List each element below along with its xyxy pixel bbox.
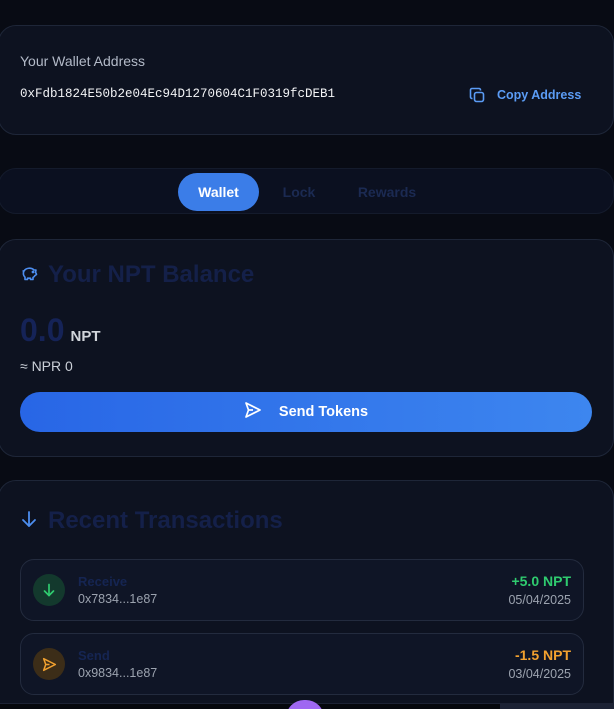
transaction-date: 03/04/2025 [508, 667, 571, 681]
wallet-address-value: 0xFdb1824E50b2e04Ec94D1270604C1F0319fcDE… [20, 87, 336, 101]
send-tokens-label: Send Tokens [278, 404, 369, 420]
transaction-address: 0x9834...1e87 [78, 666, 158, 680]
tab-lock[interactable]: Lock [271, 173, 327, 211]
bottom-bar-shadow [0, 704, 500, 709]
transaction-date: 05/04/2025 [508, 593, 571, 607]
transaction-type: Send [78, 648, 110, 663]
send-tokens-button[interactable]: Send Tokens [20, 392, 592, 432]
tab-rewards[interactable]: Rewards [349, 173, 425, 211]
transaction-row[interactable]: Send 0x9834...1e87 -1.5 NPT 03/04/2025 [20, 633, 584, 695]
transaction-type: Receive [78, 574, 128, 589]
transactions-card: Recent Transactions Receive 0x7834...1e8… [0, 480, 614, 709]
balance-title: Your NPT Balance [48, 261, 255, 288]
transactions-title: Recent Transactions [48, 507, 283, 534]
piggy-bank-icon [20, 263, 40, 288]
tab-bar: Wallet Lock Rewards [0, 168, 614, 214]
transactions-header: Recent Transactions [20, 507, 283, 535]
receive-icon [33, 574, 65, 606]
transaction-address: 0x7834...1e87 [78, 592, 158, 606]
copy-address-button[interactable]: Copy Address [469, 85, 581, 105]
balance-header: Your NPT Balance [20, 261, 254, 289]
balance-card: Your NPT Balance 0.0 NPT ≈ NPR 0 Send To… [0, 239, 614, 457]
copy-icon [469, 87, 486, 104]
balance-amount: 0.0 [20, 312, 65, 348]
balance-amount-row: 0.0 NPT [20, 312, 100, 349]
transaction-amount: +5.0 NPT [511, 573, 571, 589]
transaction-amount: -1.5 NPT [514, 647, 571, 663]
balance-unit: NPT [70, 328, 101, 345]
wallet-address-title: Your Wallet Address [20, 53, 146, 69]
balance-fiat-value: ≈ NPR 0 [20, 358, 73, 374]
send-icon [244, 401, 262, 423]
tab-wallet[interactable]: Wallet [178, 173, 259, 211]
wallet-address-card: Your Wallet Address 0xFdb1824E50b2e04Ec9… [0, 25, 614, 135]
wallet-page: Your Wallet Address 0xFdb1824E50b2e04Ec9… [0, 0, 614, 709]
arrow-down-icon [20, 510, 38, 533]
send-icon [33, 648, 65, 680]
transaction-row[interactable]: Receive 0x7834...1e87 +5.0 NPT 05/04/202… [20, 559, 584, 621]
copy-address-label: Copy Address [497, 88, 582, 102]
